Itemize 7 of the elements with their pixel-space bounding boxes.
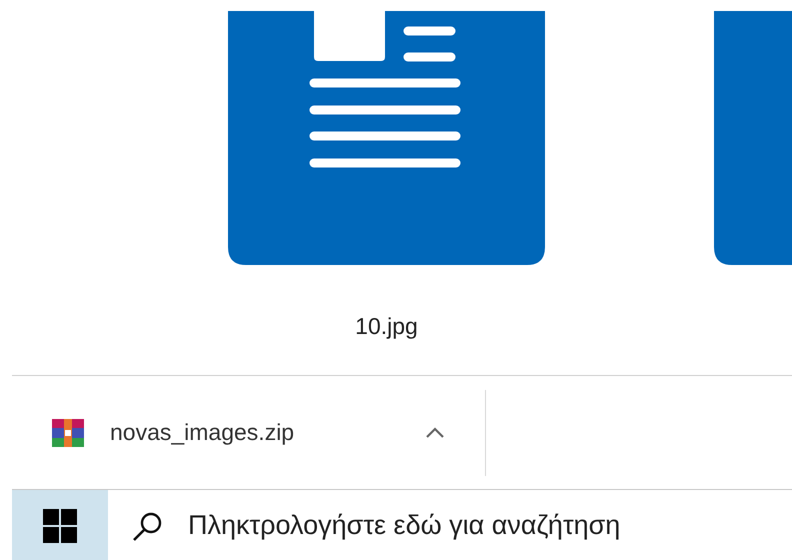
search-field[interactable]: Πληκτρολογήστε εδώ για αναζήτηση [186, 504, 792, 547]
download-filename[interactable]: novas_images.zip [110, 415, 294, 450]
windows-icon [43, 508, 77, 542]
document-icon [228, 11, 545, 265]
archive-icon [52, 418, 84, 446]
start-button[interactable] [12, 490, 108, 560]
file-name[interactable]: 10.jpg [355, 309, 418, 344]
